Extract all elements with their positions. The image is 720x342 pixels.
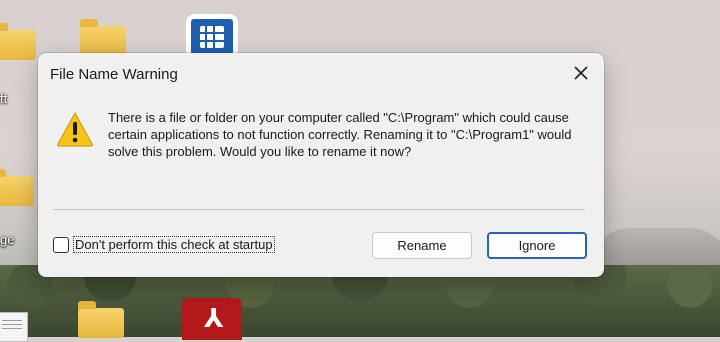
pdf-app-icon[interactable]: ⅄ xyxy=(182,298,242,340)
desktop-icon-label: ft xyxy=(0,91,8,106)
dialog-title: File Name Warning xyxy=(50,66,178,83)
startup-check-option[interactable]: Don't perform this check at startup xyxy=(53,236,275,253)
desktop-folder-icon[interactable] xyxy=(0,169,34,206)
warning-icon xyxy=(57,111,93,147)
divider xyxy=(53,209,585,210)
startup-check-label[interactable]: Don't perform this check at startup xyxy=(73,236,275,253)
file-name-warning-dialog: File Name Warning There is a file or fol… xyxy=(38,53,604,277)
acrobat-icon: ⅄ xyxy=(204,304,224,334)
close-button[interactable] xyxy=(564,58,598,88)
startup-check-checkbox[interactable] xyxy=(53,236,69,253)
desktop-folder-icon[interactable] xyxy=(0,23,36,60)
desktop-folder-icon[interactable] xyxy=(78,301,124,338)
background-hill xyxy=(590,228,720,268)
warning-message: There is a file or folder on your comput… xyxy=(108,110,572,159)
close-icon xyxy=(574,66,588,80)
ignore-button[interactable]: Ignore xyxy=(487,232,587,259)
desktop-folder-icon[interactable] xyxy=(80,19,126,56)
desktop-icon-label: ge xyxy=(0,232,15,247)
grid-icon xyxy=(200,26,224,48)
rename-button[interactable]: Rename xyxy=(372,232,472,259)
desktop-document-icon[interactable] xyxy=(0,312,28,342)
